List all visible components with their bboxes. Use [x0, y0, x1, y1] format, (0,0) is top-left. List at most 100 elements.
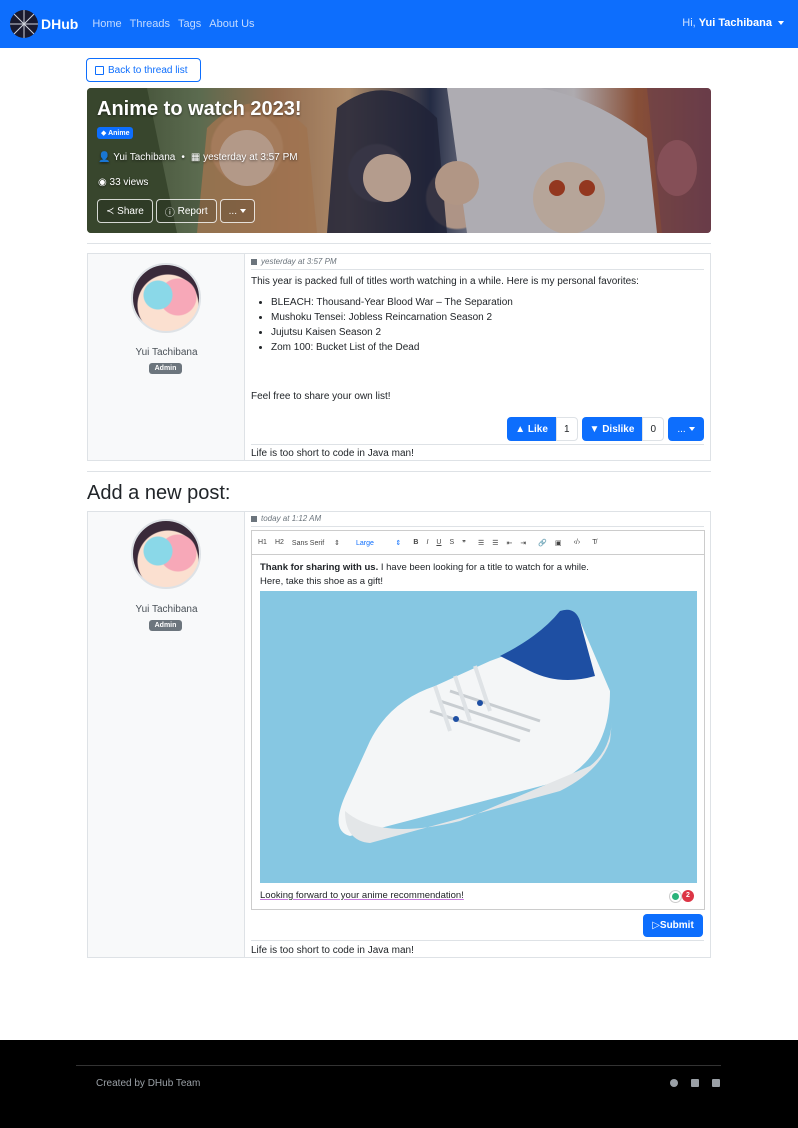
- github-icon[interactable]: [670, 1079, 678, 1087]
- list-item: BLEACH: Thousand-Year Blood War – The Se…: [271, 295, 704, 310]
- rich-text-editor: H1 H2 Sans Serif ⇕ Large ⇕ B I U S ❞ ☰ ☰…: [251, 530, 705, 910]
- thread-hero-banner: Anime to watch 2023! ◆ Anime 👤 Yui Tachi…: [87, 88, 711, 233]
- tag-badge[interactable]: ◆ Anime: [97, 127, 134, 139]
- post-username[interactable]: Yui Tachibana: [88, 347, 245, 358]
- submit-button[interactable]: ▷ Submit: [643, 914, 703, 937]
- size-select[interactable]: Large ⇕: [356, 539, 401, 547]
- post-content: yesterday at 3:57 PM This year is packed…: [251, 254, 704, 404]
- italic-icon[interactable]: I: [426, 539, 428, 546]
- user-icon: 👤: [98, 152, 111, 163]
- post-author-panel: Yui Tachibana Admin: [88, 254, 245, 460]
- back-icon: [95, 65, 104, 75]
- linkedin-icon[interactable]: [712, 1079, 720, 1087]
- like-count: 1: [555, 417, 578, 441]
- share-icon: ≺: [106, 205, 118, 217]
- more-label: ...: [228, 205, 237, 217]
- nav-link-about[interactable]: About Us: [209, 18, 254, 30]
- tag-label: Anime: [108, 130, 130, 137]
- shoe-image[interactable]: [260, 591, 697, 883]
- thread-title: Anime to watch 2023!: [97, 98, 302, 120]
- size-select-value: Large: [356, 539, 374, 547]
- navbar: DHub Home Threads Tags About Us Hi, Yui …: [0, 0, 798, 48]
- like-button[interactable]: ▲ Like: [507, 417, 556, 441]
- divider: [87, 243, 711, 244]
- code-icon[interactable]: ‹/›: [574, 539, 581, 546]
- chevron-down-icon: [240, 209, 246, 213]
- dislike-count: 0: [642, 417, 664, 441]
- eye-icon: ◉: [98, 177, 107, 188]
- editor-content[interactable]: Thank for sharing with us. I have been l…: [252, 555, 704, 903]
- bold-icon[interactable]: B: [413, 539, 418, 546]
- back-to-thread-list-button[interactable]: Back to thread list: [86, 58, 201, 82]
- thread-author[interactable]: Yui Tachibana: [113, 152, 175, 163]
- link-icon[interactable]: 🔗: [538, 539, 547, 547]
- post-timestamp: today at 1:12 AM: [251, 514, 704, 527]
- views-count: 33 views: [109, 177, 149, 188]
- brand-logo-icon[interactable]: [10, 10, 38, 38]
- user-menu[interactable]: Hi, Yui Tachibana: [682, 17, 784, 29]
- editor-toolbar: H1 H2 Sans Serif ⇕ Large ⇕ B I U S ❞ ☰ ☰…: [252, 531, 704, 555]
- footer-divider: [76, 1065, 721, 1066]
- nav-links: Home Threads Tags About Us: [92, 18, 262, 30]
- editor-bold-text: Thank for sharing with us.: [260, 562, 379, 573]
- font-select-value: Sans Serif: [291, 539, 325, 547]
- new-post-form: Yui Tachibana Admin today at 1:12 AM H1 …: [87, 511, 711, 958]
- post-username[interactable]: Yui Tachibana: [88, 604, 245, 615]
- indent-icon[interactable]: ⇥: [520, 539, 526, 547]
- heading2-button[interactable]: H2: [275, 539, 284, 546]
- more-options-button[interactable]: ...: [219, 199, 255, 223]
- role-badge: Admin: [149, 363, 182, 374]
- footer-credit: Created by DHub Team: [96, 1078, 201, 1089]
- post-closing: Feel free to share your own list!: [251, 391, 391, 402]
- thumbs-up-icon: ▲: [515, 423, 528, 435]
- report-button[interactable]: ⓘ Report: [155, 199, 217, 223]
- anime-list: BLEACH: Thousand-Year Blood War – The Se…: [271, 295, 704, 355]
- back-label: Back to thread list: [108, 64, 188, 76]
- ordered-list-icon[interactable]: ☰: [478, 539, 484, 547]
- clear-format-icon[interactable]: T̸: [592, 539, 596, 546]
- nav-link-home[interactable]: Home: [92, 18, 121, 30]
- thread-meta: 👤 Yui Tachibana • ▦ yesterday at 3:57 PM: [98, 152, 298, 163]
- nav-link-threads[interactable]: Threads: [130, 18, 170, 30]
- original-post: Yui Tachibana Admin yesterday at 3:57 PM…: [87, 253, 711, 461]
- editor-line-2: Here, take this shoe as a gift!: [260, 576, 384, 587]
- post-more-button[interactable]: ...: [668, 417, 704, 441]
- bullet-list-icon[interactable]: ☰: [492, 539, 498, 547]
- editor-line-1: Thank for sharing with us. I have been l…: [260, 561, 696, 575]
- list-item: Mushoku Tensei: Jobless Reincarnation Se…: [271, 310, 704, 325]
- editor-text: I have been looking for a title to watch…: [378, 562, 589, 573]
- brand-name[interactable]: DHub: [41, 16, 78, 32]
- nav-username: Yui Tachibana: [698, 17, 772, 29]
- avatar[interactable]: [131, 519, 201, 589]
- greeting: Hi,: [682, 17, 696, 29]
- heading1-button[interactable]: H1: [258, 539, 267, 546]
- meta-separator: •: [181, 152, 185, 163]
- footer: Created by DHub Team: [0, 1040, 798, 1128]
- thread-date: yesterday at 3:57 PM: [203, 152, 298, 163]
- share-button[interactable]: ≺ Share: [97, 199, 153, 223]
- image-icon[interactable]: ▣: [555, 539, 562, 547]
- list-item: Jujutsu Kaisen Season 2: [271, 325, 704, 340]
- facebook-icon[interactable]: [691, 1079, 699, 1087]
- font-select[interactable]: Sans Serif ⇕: [292, 539, 340, 547]
- social-links: [657, 1079, 720, 1087]
- outdent-icon[interactable]: ⇤: [507, 539, 513, 547]
- thread-views: ◉ 33 views: [98, 177, 148, 188]
- underline-icon[interactable]: U: [436, 539, 441, 546]
- post-intro: This year is packed full of titles worth…: [251, 276, 639, 287]
- post-signature: Life is too short to code in Java man!: [251, 444, 704, 459]
- add-post-heading: Add a new post:: [87, 482, 231, 504]
- post-timestamp-text: today at 1:12 AM: [261, 514, 322, 523]
- avatar[interactable]: [131, 263, 201, 333]
- calendar-icon: [251, 258, 257, 265]
- editor-line-3: Looking forward to your anime recommenda…: [260, 890, 464, 901]
- dislike-button[interactable]: ▼ Dislike: [581, 417, 643, 441]
- strikethrough-icon[interactable]: S: [449, 539, 454, 546]
- nav-link-tags[interactable]: Tags: [178, 18, 201, 30]
- list-item: Zom 100: Bucket List of the Dead: [271, 340, 704, 355]
- grammar-checker-widget[interactable]: 2: [670, 890, 694, 902]
- thread-actions: ≺ Share ⓘ Report ...: [97, 199, 258, 223]
- dislike-label: Dislike: [602, 423, 635, 435]
- grammar-icon: [670, 890, 681, 902]
- blockquote-icon[interactable]: ❞: [462, 539, 466, 547]
